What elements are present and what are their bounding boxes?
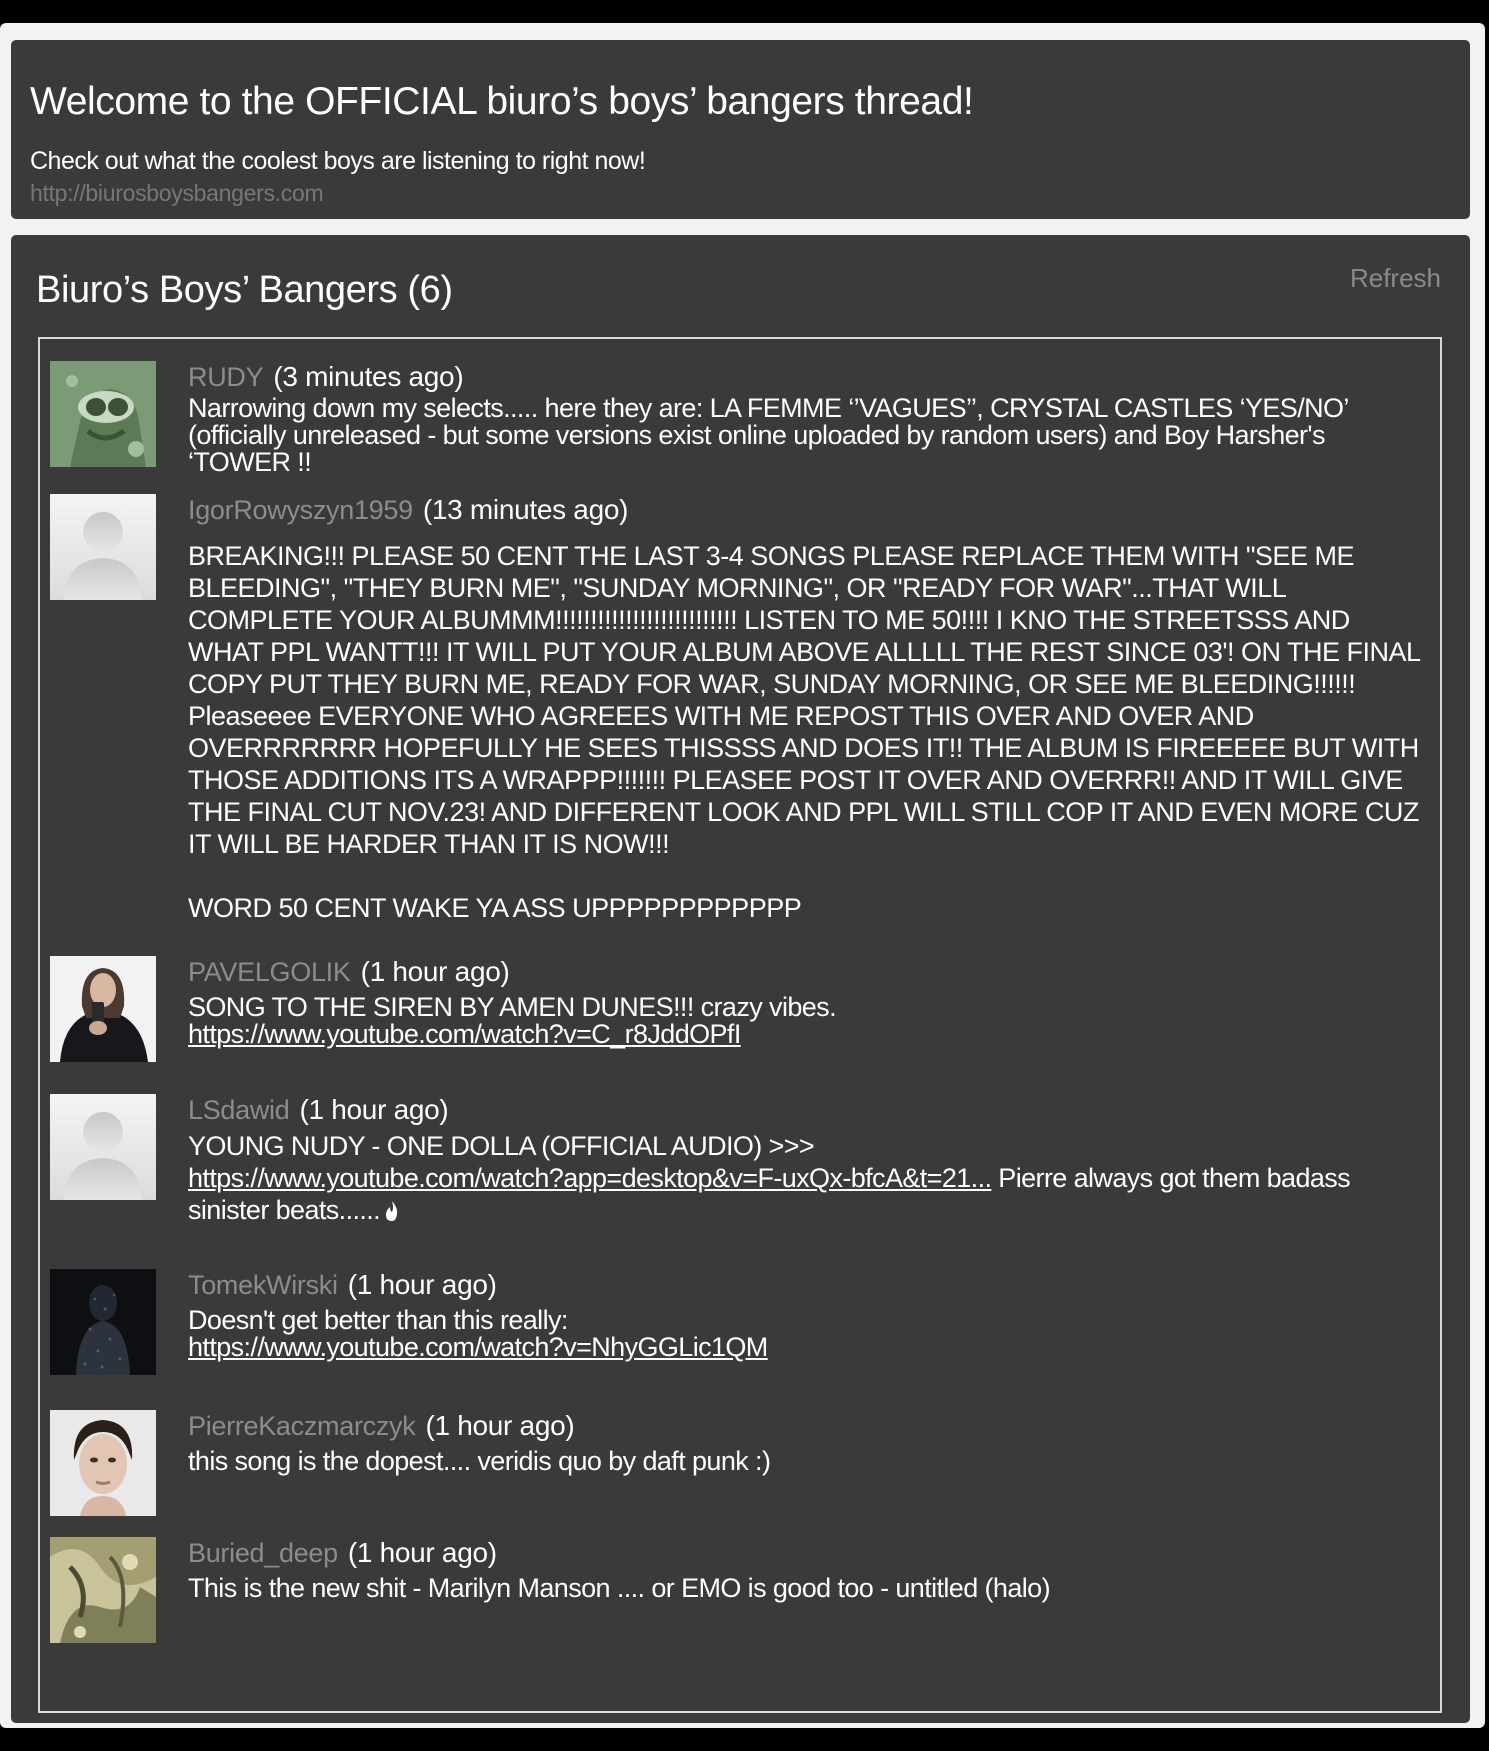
person-with-phone-icon[interactable]: [50, 956, 156, 1062]
post-text: Narrowing down my selects..... here they…: [188, 393, 1348, 477]
default-user-icon[interactable]: [50, 494, 156, 600]
post-username[interactable]: Buried_deep: [188, 1538, 338, 1568]
post-username[interactable]: TomekWirski: [188, 1270, 338, 1300]
post-text-content: SONG TO THE SIREN BY AMEN DUNES!!! crazy…: [188, 992, 837, 1022]
post-time: (1 hour ago): [347, 1269, 497, 1300]
post-link[interactable]: https://www.youtube.com/watch?v=C_r8JddO…: [188, 1019, 741, 1049]
post-text: SONG TO THE SIREN BY AMEN DUNES!!! crazy…: [188, 994, 1426, 1048]
post-text-content: YOUNG NUDY - ONE DOLLA (OFFICIAL AUDIO) …: [188, 1131, 815, 1161]
abstract-art-icon[interactable]: [50, 1537, 156, 1643]
post-text: YOUNG NUDY - ONE DOLLA (OFFICIAL AUDIO) …: [188, 1130, 1426, 1226]
post-text: This is the new shit - Marilyn Manson ..…: [188, 1573, 1051, 1603]
refresh-button[interactable]: Refresh: [1350, 263, 1441, 294]
post-text-paragraph: BREAKING!!! PLEASE 50 CENT THE LAST 3-4 …: [188, 541, 1420, 859]
post-username[interactable]: LSdawid: [188, 1095, 290, 1125]
post-link[interactable]: https://www.youtube.com/watch?app=deskto…: [188, 1163, 992, 1193]
post-time: (1 hour ago): [347, 1537, 497, 1568]
thread-subtitle: Check out what the coolest boys are list…: [30, 147, 646, 175]
goggles-figure-icon[interactable]: [50, 361, 156, 467]
flame-icon: [384, 1197, 400, 1221]
post-text: this song is the dopest.... veridis quo …: [188, 1446, 771, 1476]
post-time: (1 hour ago): [299, 1094, 449, 1125]
dark-silhouette-icon[interactable]: [50, 1269, 156, 1375]
thread-url[interactable]: http://biurosboysbangers.com: [30, 180, 324, 207]
post-text-content: Doesn't get better than this really:: [188, 1305, 568, 1335]
post-text-paragraph: WORD 50 CENT WAKE YA ASS UPPPPPPPPPPPP: [188, 893, 802, 923]
post-feed[interactable]: RUDY (3 minutes ago) Narrowing down my se…: [38, 337, 1442, 1713]
post-link[interactable]: https://www.youtube.com/watch?v=NhyGGLic…: [188, 1332, 768, 1362]
post-username[interactable]: PAVELGOLIK: [188, 957, 351, 987]
post-time: (13 minutes ago): [422, 494, 629, 525]
post-username[interactable]: IgorRowyszyn1959: [188, 495, 413, 525]
post-text: Doesn't get better than this really: htt…: [188, 1307, 1426, 1361]
post-username[interactable]: RUDY: [188, 362, 264, 392]
post-time: (1 hour ago): [360, 956, 510, 987]
section-title: Biuro’s Boys’ Bangers (6): [36, 269, 453, 311]
thread-title: Welcome to the OFFICIAL biuro’s boys’ ba…: [30, 80, 974, 123]
post-time: (1 hour ago): [425, 1410, 575, 1441]
post-text: BREAKING!!! PLEASE 50 CENT THE LAST 3-4 …: [188, 540, 1426, 924]
post-time: (3 minutes ago): [273, 361, 464, 392]
portrait-face-icon[interactable]: [50, 1410, 156, 1516]
post-username[interactable]: PierreKaczmarczyk: [188, 1411, 416, 1441]
default-user-icon[interactable]: [50, 1094, 156, 1200]
